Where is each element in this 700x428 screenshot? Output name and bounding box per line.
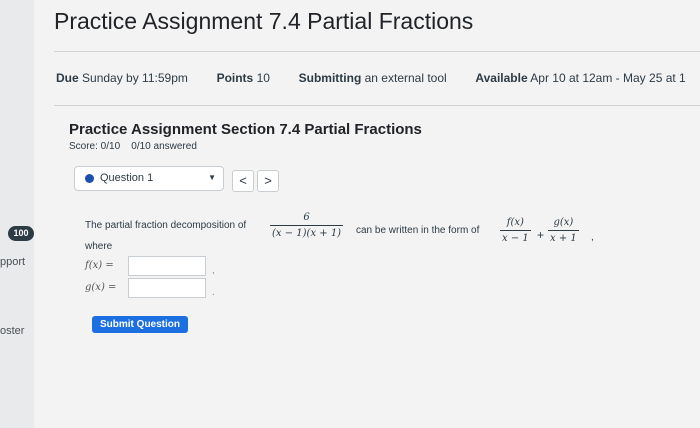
sidebar-link-support[interactable]: pport bbox=[0, 256, 25, 268]
f-answer-label: f(x) = bbox=[85, 260, 114, 271]
due-value: Sunday by 11:59pm bbox=[82, 71, 188, 85]
term2-numerator: g(x) bbox=[553, 217, 574, 228]
g-answer-label: g(x) = bbox=[85, 282, 117, 293]
submit-question-button[interactable]: Submit Question bbox=[92, 316, 188, 333]
notification-badge: 100 bbox=[8, 226, 34, 241]
term2-fraction: g(x) x + 1 bbox=[548, 217, 579, 244]
available-label: Available bbox=[475, 71, 528, 85]
main-fraction: 6 (x − 1)(x + 1) bbox=[270, 212, 344, 239]
divider bbox=[54, 51, 700, 52]
score-value: Score: 0/10 bbox=[69, 141, 121, 152]
course-sidebar: 100 pport oster bbox=[0, 0, 34, 428]
page-title: Practice Assignment 7.4 Partial Fraction… bbox=[54, 8, 474, 34]
points-value: 10 bbox=[256, 71, 270, 85]
plus-sign: + bbox=[537, 228, 545, 242]
submitting-value: an external tool bbox=[364, 71, 447, 85]
section-title: Practice Assignment Section 7.4 Partial … bbox=[69, 121, 422, 138]
caret-down-icon: ▼ bbox=[208, 173, 216, 182]
due-label: Due bbox=[56, 71, 79, 85]
g-answer-input[interactable] bbox=[128, 278, 206, 298]
fraction-denominator: (x − 1)(x + 1) bbox=[272, 228, 342, 239]
sidebar-link-roster[interactable]: oster bbox=[0, 325, 24, 337]
available-value: Apr 10 at 12am - May 25 at 1 bbox=[530, 71, 686, 85]
trailing-comma: , bbox=[591, 232, 594, 243]
fraction-numerator: 6 bbox=[303, 212, 310, 223]
divider bbox=[54, 105, 700, 106]
term2-denominator: x + 1 bbox=[550, 233, 577, 244]
answered-count: 0/10 answered bbox=[131, 141, 197, 152]
prev-question-button[interactable]: < bbox=[232, 170, 254, 192]
next-question-button[interactable]: > bbox=[257, 170, 279, 192]
status-dot-icon bbox=[85, 174, 94, 183]
term1-numerator: f(x) bbox=[506, 217, 524, 228]
submitting-label: Submitting bbox=[298, 71, 362, 85]
question-select-label: Question 1 bbox=[100, 172, 154, 184]
where-label: where bbox=[85, 241, 113, 252]
question-intro: The partial fraction decomposition of bbox=[85, 220, 247, 231]
question-middle: can be written in the form of bbox=[356, 225, 480, 236]
assignment-details: Due Sunday by 11:59pm Points 10 Submitti… bbox=[56, 71, 686, 85]
points-label: Points bbox=[216, 71, 254, 85]
f-answer-input[interactable] bbox=[128, 256, 206, 276]
main-content: Practice Assignment 7.4 Partial Fraction… bbox=[34, 0, 700, 428]
term1-denominator: x − 1 bbox=[502, 233, 529, 244]
score-line: Score: 0/10 0/10 answered bbox=[69, 141, 197, 152]
term1-fraction: f(x) x − 1 bbox=[500, 217, 531, 244]
question-select[interactable]: Question 1 ▼ bbox=[74, 166, 224, 191]
